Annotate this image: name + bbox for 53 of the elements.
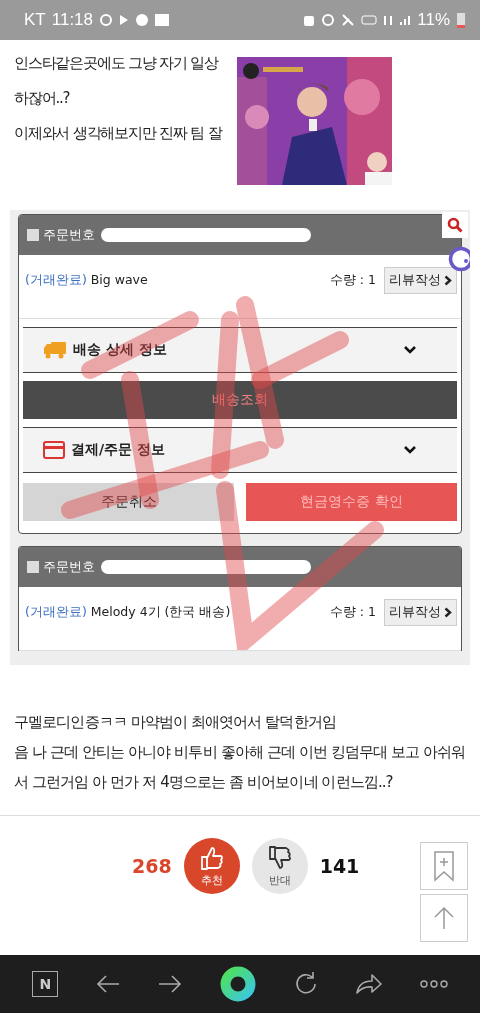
app-icon [155,13,169,27]
search-button[interactable] [442,212,468,238]
downvote-button[interactable]: 반대 [251,838,308,894]
clock: 11:18 [51,10,93,30]
upvote-button[interactable]: 추천 [183,838,240,894]
alarm-icon [321,13,336,27]
section-title: 결제/주문 정보 [71,441,166,459]
hd-icon [361,15,378,25]
lte-icon [383,13,394,27]
lock-icon [303,13,316,27]
product-name: (거래완료) Big wave [25,272,149,289]
share-icon[interactable] [355,972,384,996]
checkbox[interactable] [27,229,39,241]
comment-text: 음 나 근데 안티는 아니야 비투비 좋아해 근데 이번 킹덤무대 보고 아쉬워서 그런거임 아 먼가 저 4명으로는 좀 비어보이네 이런느낌..? [14,742,466,793]
more-icon[interactable] [419,979,448,989]
product-name: (거래완료) Melody 4기 (한국 배송) [25,604,232,621]
thumbs-up-icon [198,844,225,871]
chevron-icon [444,275,452,286]
section-title: 배송 상세 정보 [73,341,168,359]
section-header[interactable]: 결제/주문 정보 [23,427,457,473]
forward-icon[interactable] [157,974,184,994]
truck-icon [43,341,67,359]
quantity: 수량 : 1 [329,272,376,289]
checkbox[interactable] [27,561,39,573]
section-header[interactable]: 배송 상세 정보 [23,327,457,373]
home-button[interactable]: N [32,971,59,997]
post-text: 인스타같은곳에도 그냥 자기 일상 [14,53,220,74]
search-icon [447,217,463,233]
card-icon [43,441,65,459]
back-icon[interactable] [94,974,121,994]
comment-text: 구멜로디인증ㅋㅋ 마약범이 최애엿어서 탈덕한거임 [14,712,337,733]
review-button[interactable]: 리뷰작성 [384,267,457,294]
quantity: 수량 : 1 [329,604,376,621]
post-text: 하잖어..? [14,88,71,109]
downvote-count: 141 [319,855,360,877]
battery-level: 11% [417,10,450,30]
play-icon [119,13,129,27]
mute-icon [341,13,356,27]
order-label: 주문번호 [43,226,95,244]
ring-logo-icon[interactable] [219,966,256,1002]
carrier: KT [24,10,46,30]
arrow-up-icon [433,905,455,931]
app-icon [135,13,149,27]
chevron-icon [444,607,452,618]
post-text: 이제와서 생각해보지만 진짜 팀 잘 [14,123,223,144]
battery-icon [456,11,466,29]
order-label: 주문번호 [43,558,95,576]
upvote-count: 268 [132,855,172,877]
thumbs-down-icon [266,844,293,871]
target-icon [99,13,113,27]
bookmark-icon [433,850,455,882]
review-button[interactable]: 리뷰작성 [384,599,457,626]
signal-icon [399,13,412,27]
